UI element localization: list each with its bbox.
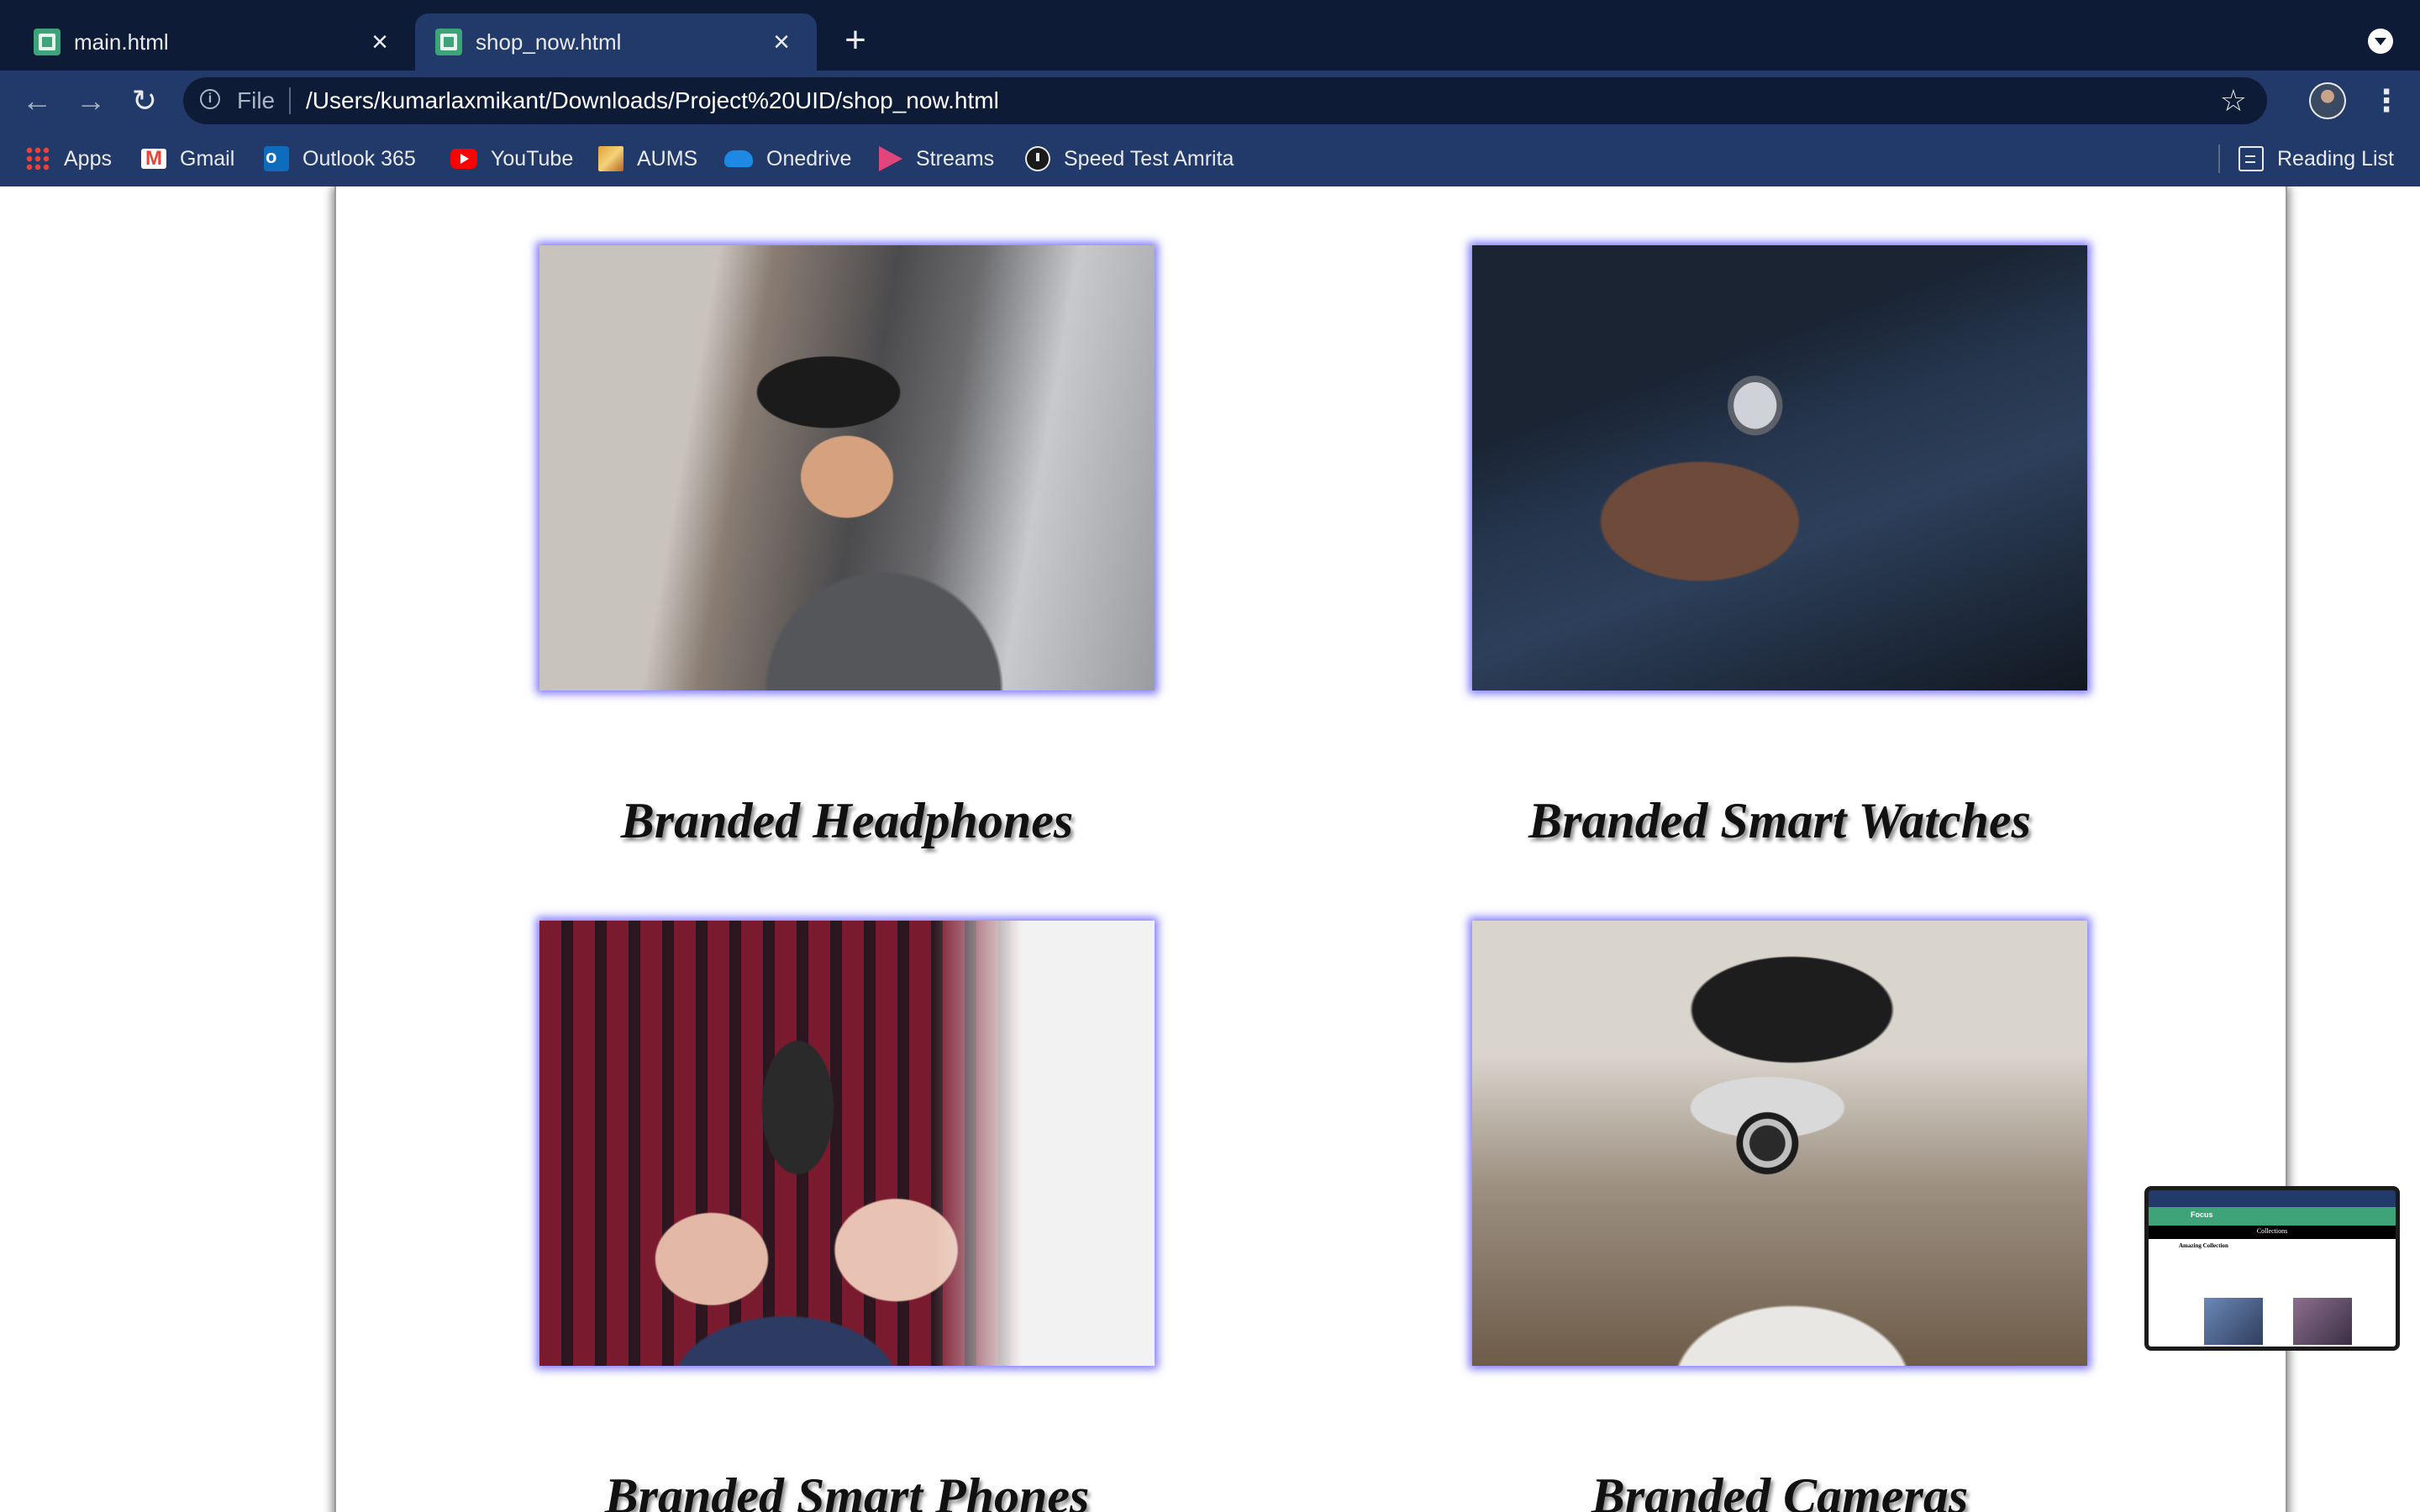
- preview-navbar: [2149, 1207, 2396, 1226]
- tab-shop-now[interactable]: shop_now.html ×: [415, 13, 817, 71]
- bookmark-label: AUMS: [637, 146, 698, 171]
- tab-main[interactable]: main.html ×: [13, 13, 415, 71]
- preview-brand: Focus: [2191, 1210, 2213, 1219]
- tab-title: main.html: [74, 29, 169, 55]
- bookmark-onedrive[interactable]: Onedrive: [724, 143, 851, 175]
- preview-body: [2149, 1239, 2396, 1347]
- bookmark-label: YouTube: [491, 146, 574, 171]
- aums-icon: [598, 146, 623, 171]
- apps-grid-icon: [25, 146, 50, 171]
- address-divider: [289, 87, 291, 114]
- bookmark-label: Apps: [64, 146, 112, 171]
- streams-icon: [879, 146, 902, 171]
- url-scheme-label: File: [237, 87, 276, 113]
- camera-photo[interactable]: [1472, 921, 2087, 1366]
- new-tab-icon[interactable]: +: [837, 22, 874, 60]
- onedrive-icon: [724, 150, 753, 167]
- headphones-photo[interactable]: [539, 245, 1155, 690]
- reading-list-label: Reading List: [2277, 146, 2394, 171]
- product-title: Branded Smart Watches: [1528, 793, 2031, 848]
- preview-title-text: Collections: [2256, 1227, 2288, 1235]
- preview-browser-chrome: [2149, 1190, 2396, 1207]
- bookmarks-bar: Apps Gmail Outlook 365 YouTube AUMS Oned…: [0, 131, 2420, 186]
- smart-phone-photo[interactable]: [539, 921, 1155, 1366]
- url-text[interactable]: /Users/kumarlaxmikant/Downloads/Project%…: [306, 87, 999, 114]
- bookmark-gmail[interactable]: Gmail: [141, 143, 234, 175]
- bookmark-label: Onedrive: [766, 146, 852, 171]
- tab-strip: main.html × shop_now.html × +: [0, 0, 2420, 71]
- reading-list-icon: [2238, 146, 2264, 171]
- tab-title: shop_now.html: [476, 29, 622, 55]
- reload-icon[interactable]: ↻: [126, 82, 163, 119]
- address-bar[interactable]: i File /Users/kumarlaxmikant/Downloads/P…: [183, 77, 2267, 124]
- product-title: Branded Smart Phones: [604, 1468, 1090, 1512]
- close-tab-icon[interactable]: ×: [363, 25, 397, 59]
- page-viewport: Branded Headphones Branded Smart Watches…: [0, 186, 2420, 1512]
- gmail-icon: [141, 146, 166, 171]
- page-favicon-icon: [34, 29, 60, 55]
- bookmark-streams[interactable]: Streams: [879, 143, 994, 175]
- close-tab-icon[interactable]: ×: [765, 25, 798, 59]
- bookmark-apps[interactable]: Apps: [25, 143, 112, 175]
- preview-heading: Amazing Collection: [2179, 1242, 2228, 1249]
- bookmark-aums[interactable]: AUMS: [598, 143, 697, 175]
- window-preview-thumbnail[interactable]: Focus Collections Amazing Collection: [2144, 1186, 2400, 1351]
- bookmarks-divider: [2218, 144, 2220, 173]
- browser-toolbar: ← → ↻ i File /Users/kumarlaxmikant/Downl…: [0, 71, 2420, 131]
- preview-thumbnail-image: [2204, 1298, 2263, 1345]
- info-icon[interactable]: i: [200, 89, 220, 109]
- bookmark-outlook[interactable]: Outlook 365: [264, 143, 416, 175]
- youtube-icon: [450, 149, 477, 169]
- back-arrow-icon[interactable]: ←: [18, 82, 55, 119]
- product-grid: Branded Headphones Branded Smart Watches…: [334, 186, 2287, 1512]
- reading-list-button[interactable]: Reading List: [2238, 143, 2394, 175]
- page-favicon-icon: [435, 29, 462, 55]
- bookmark-label: Streams: [916, 146, 995, 171]
- bookmark-speed-test[interactable]: Speed Test Amrita: [1025, 143, 1234, 175]
- forward-arrow-icon[interactable]: →: [72, 82, 109, 119]
- preview-thumbnail-image: [2293, 1298, 2352, 1345]
- bookmark-youtube[interactable]: YouTube: [450, 143, 573, 175]
- bookmark-label: Speed Test Amrita: [1064, 146, 1234, 171]
- bookmark-label: Gmail: [180, 146, 235, 171]
- bookmark-star-icon[interactable]: ☆: [2220, 84, 2247, 118]
- product-title: Branded Cameras: [1591, 1468, 1969, 1512]
- outlook-icon: [264, 146, 289, 171]
- more-menu-icon[interactable]: ⋮: [2371, 82, 2402, 119]
- smart-watch-photo[interactable]: [1472, 245, 2087, 690]
- product-title: Branded Headphones: [620, 793, 1074, 848]
- profile-avatar[interactable]: [2309, 82, 2346, 119]
- speed-test-icon: [1025, 146, 1050, 171]
- tab-search-icon[interactable]: [2368, 29, 2393, 54]
- bookmark-label: Outlook 365: [302, 146, 416, 171]
